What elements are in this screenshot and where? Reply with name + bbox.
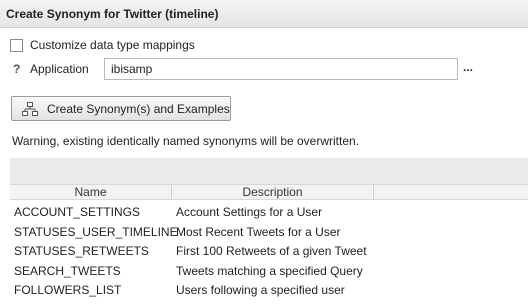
table-toolbar-band (10, 158, 528, 184)
table-row[interactable]: FOLLOWERS_LIST Users following a specifi… (10, 280, 528, 300)
row-name: STATUSES_RETWEETS (14, 244, 149, 258)
column-header-description[interactable]: Description (172, 185, 374, 199)
row-name: ACCOUNT_SETTINGS (14, 205, 141, 219)
column-header-name[interactable]: Name (10, 185, 172, 199)
row-description: Account Settings for a User (176, 205, 323, 219)
create-synonym-dialog: Create Synonym for Twitter (timeline) Cu… (0, 0, 528, 307)
table-row[interactable]: SEARCH_TWEETS Tweets matching a specifie… (10, 261, 528, 281)
customize-option[interactable]: Customize data type mappings (10, 37, 195, 53)
row-description: Users following a specified user (176, 283, 345, 297)
application-input[interactable] (104, 58, 458, 80)
table-row[interactable]: ACCOUNT_SETTINGS Account Settings for a … (10, 202, 528, 222)
title-bar: Create Synonym for Twitter (timeline) (0, 0, 528, 28)
table-row[interactable]: STATUSES_USER_TIMELINE Most Recent Tweet… (10, 222, 528, 242)
table-header: Name Description (10, 184, 528, 200)
hierarchy-icon (22, 101, 38, 116)
customize-checkbox[interactable] (10, 38, 23, 52)
overwrite-warning: Warning, existing identically named syno… (12, 134, 360, 148)
dialog-title: Create Synonym for Twitter (timeline) (6, 7, 219, 21)
application-label: Application (30, 62, 89, 76)
help-icon[interactable]: ? (13, 62, 20, 76)
browse-button[interactable]: ... (460, 60, 476, 78)
create-synonym-label: Create Synonym(s) and Examples (47, 101, 230, 116)
table-row[interactable]: STATUSES_RETWEETS First 100 Retweets of … (10, 241, 528, 261)
row-name: STATUSES_USER_TIMELINE (14, 224, 178, 239)
synonym-table-body: ACCOUNT_SETTINGS Account Settings for a … (10, 202, 528, 300)
row-name: FOLLOWERS_LIST (14, 283, 122, 297)
create-synonym-button[interactable]: Create Synonym(s) and Examples (11, 96, 231, 121)
row-description: Tweets matching a specified Query (176, 263, 363, 278)
row-name: SEARCH_TWEETS (14, 263, 121, 278)
row-description: Most Recent Tweets for a User (176, 224, 341, 239)
row-description: First 100 Retweets of a given Tweet (176, 244, 367, 258)
customize-label[interactable]: Customize data type mappings (30, 38, 195, 52)
